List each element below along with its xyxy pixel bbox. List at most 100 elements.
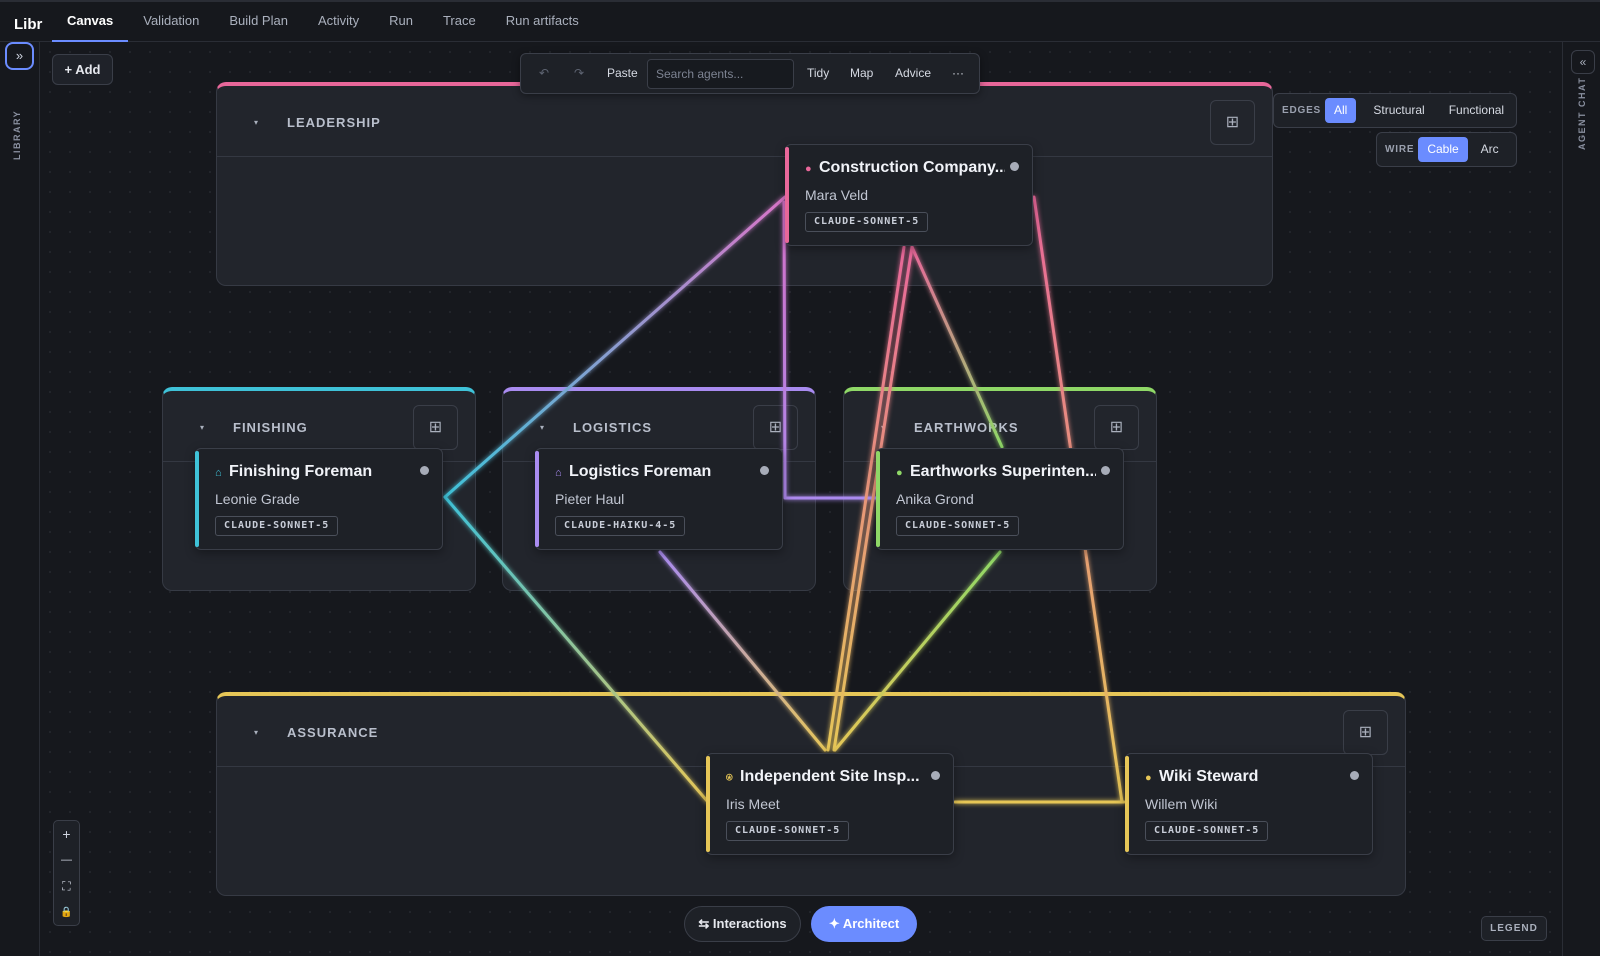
- top-bar: Libr Canvas Validation Build Plan Activi…: [0, 0, 1600, 42]
- caret-down-icon[interactable]: ▾: [200, 423, 204, 432]
- tab-canvas[interactable]: Canvas: [52, 2, 129, 42]
- status-dot-icon: [1350, 771, 1359, 780]
- home-icon: ⌂: [555, 467, 562, 479]
- fit-view-icon[interactable]: ⛶: [54, 874, 79, 899]
- group-leadership[interactable]: ▾ LEADERSHIP ⊞: [216, 82, 1273, 286]
- group-title: ASSURANCE: [287, 725, 379, 740]
- search-agents-input[interactable]: [647, 59, 794, 89]
- advice-button[interactable]: Advice: [895, 54, 931, 93]
- dot-icon: ●: [1145, 772, 1152, 784]
- redo-icon[interactable]: ↷: [574, 54, 584, 93]
- model-badge: CLAUDE-SONNET-5: [215, 516, 339, 536]
- node-title-text: Construction Company...: [819, 159, 1005, 176]
- grid-icon[interactable]: ⊞: [1210, 100, 1255, 145]
- home-icon: ⌂: [215, 467, 222, 479]
- caret-down-icon[interactable]: ▾: [254, 728, 258, 737]
- node-person: Anika Grond: [896, 491, 974, 507]
- status-dot-icon: [420, 466, 429, 475]
- grid-icon[interactable]: ⊞: [1094, 405, 1139, 450]
- tab-run-artifacts[interactable]: Run artifacts: [491, 2, 594, 42]
- node-title-text: Independent Site Insp...: [740, 768, 920, 785]
- add-button[interactable]: + Add: [52, 54, 113, 85]
- main-tabs: Canvas Validation Build Plan Activity Ru…: [52, 2, 594, 42]
- caret-down-icon[interactable]: ▾: [881, 423, 885, 432]
- zoom-in-icon[interactable]: +: [54, 822, 79, 847]
- lock-icon[interactable]: 🔒: [54, 900, 79, 925]
- model-badge: CLAUDE-SONNET-5: [1145, 821, 1269, 841]
- app-brand: Libr: [14, 16, 43, 33]
- undo-icon[interactable]: ↶: [539, 54, 549, 93]
- wire-arc-button[interactable]: Arc: [1472, 137, 1508, 162]
- node-person: Mara Veld: [805, 187, 869, 203]
- grid-icon[interactable]: ⊞: [413, 405, 458, 450]
- tab-build-plan[interactable]: Build Plan: [214, 2, 303, 42]
- edges-filter: EDGES All Structural Functional: [1273, 93, 1517, 128]
- star-badge-icon: ⍟: [726, 772, 733, 784]
- agent-node-construction-company[interactable]: ● Construction Company... Mara Veld CLAUD…: [785, 144, 1033, 246]
- agent-node-independent-site-inspector[interactable]: ⍟ Independent Site Insp... Iris Meet CLAU…: [706, 753, 954, 855]
- edges-label: EDGES: [1282, 105, 1322, 116]
- agent-node-finishing-foreman[interactable]: ⌂ Finishing Foreman Leonie Grade CLAUDE-S…: [195, 448, 443, 550]
- canvas[interactable]: + Add ▾ LEADERSHIP ⊞ ▾ FINISHING ⊞ ▾ LOG…: [40, 42, 1561, 956]
- grid-icon[interactable]: ⊞: [753, 405, 798, 450]
- grid-icon[interactable]: ⊞: [1343, 710, 1388, 755]
- expand-library-button[interactable]: »: [5, 42, 34, 70]
- dot-icon: ●: [805, 163, 812, 175]
- node-title: ● Earthworks Superinten...: [896, 463, 1096, 481]
- node-person: Pieter Haul: [555, 491, 625, 507]
- status-dot-icon: [1010, 162, 1019, 171]
- legend-button[interactable]: LEGEND: [1481, 916, 1547, 941]
- tab-validation[interactable]: Validation: [128, 2, 214, 42]
- tidy-button[interactable]: Tidy: [807, 54, 829, 93]
- group-title: EARTHWORKS: [914, 420, 1019, 435]
- caret-down-icon[interactable]: ▾: [540, 423, 544, 432]
- status-dot-icon: [1101, 466, 1110, 475]
- wire-cable-button[interactable]: Cable: [1418, 137, 1468, 162]
- group-title: LOGISTICS: [573, 420, 653, 435]
- node-person: Leonie Grade: [215, 491, 300, 507]
- more-icon[interactable]: ···: [952, 54, 964, 93]
- caret-down-icon[interactable]: ▾: [254, 118, 258, 127]
- architect-button[interactable]: ✦ Architect: [811, 906, 917, 942]
- agent-chat-rail: « AGENT CHAT: [1562, 42, 1600, 956]
- node-title: ⌂ Finishing Foreman: [215, 463, 415, 481]
- edges-functional-button[interactable]: Functional: [1440, 98, 1513, 123]
- map-button[interactable]: Map: [850, 54, 873, 93]
- agent-chat-label: AGENT CHAT: [1577, 76, 1587, 150]
- zoom-out-icon[interactable]: —: [54, 848, 79, 873]
- node-accent: [535, 451, 539, 547]
- paste-button[interactable]: Paste: [607, 54, 638, 93]
- agent-node-wiki-steward[interactable]: ● Wiki Steward Willem Wiki CLAUDE-SONNET-…: [1125, 753, 1373, 855]
- node-title-text: Logistics Foreman: [569, 463, 712, 480]
- model-badge: CLAUDE-SONNET-5: [726, 821, 850, 841]
- node-title: ⌂ Logistics Foreman: [555, 463, 755, 481]
- node-person: Willem Wiki: [1145, 796, 1218, 812]
- library-rail: » LIBRARY: [0, 42, 40, 956]
- node-person: Iris Meet: [726, 796, 780, 812]
- model-badge: CLAUDE-SONNET-5: [805, 212, 929, 232]
- edges-structural-button[interactable]: Structural: [1364, 98, 1433, 123]
- node-title: ⍟ Independent Site Insp...: [726, 768, 926, 786]
- wire-filter: WIRE Cable Arc: [1376, 132, 1517, 167]
- node-accent: [1125, 756, 1129, 852]
- agent-node-logistics-foreman[interactable]: ⌂ Logistics Foreman Pieter Haul CLAUDE-HA…: [535, 448, 783, 550]
- tab-trace[interactable]: Trace: [428, 2, 491, 42]
- dot-icon: ●: [896, 467, 903, 479]
- interactions-button[interactable]: ⇆ Interactions: [684, 906, 801, 942]
- group-divider: [217, 156, 1272, 157]
- status-dot-icon: [760, 466, 769, 475]
- zoom-controls: + — ⛶ 🔒: [53, 820, 80, 926]
- canvas-toolbar: ↶ ↷ Paste Tidy Map Advice ···: [520, 53, 980, 94]
- edges-all-button[interactable]: All: [1325, 98, 1357, 123]
- node-accent: [195, 451, 199, 547]
- agent-node-earthworks-superintendent[interactable]: ● Earthworks Superinten... Anika Grond CL…: [876, 448, 1124, 550]
- tab-run[interactable]: Run: [374, 2, 428, 42]
- tab-activity[interactable]: Activity: [303, 2, 374, 42]
- app-root: Libr Canvas Validation Build Plan Activi…: [0, 0, 1600, 956]
- node-title-text: Earthworks Superinten...: [910, 463, 1096, 480]
- node-accent: [706, 756, 710, 852]
- group-title: FINISHING: [233, 420, 308, 435]
- node-title-text: Wiki Steward: [1159, 768, 1259, 785]
- collapse-chat-button[interactable]: «: [1571, 50, 1595, 74]
- node-title: ● Wiki Steward: [1145, 768, 1345, 786]
